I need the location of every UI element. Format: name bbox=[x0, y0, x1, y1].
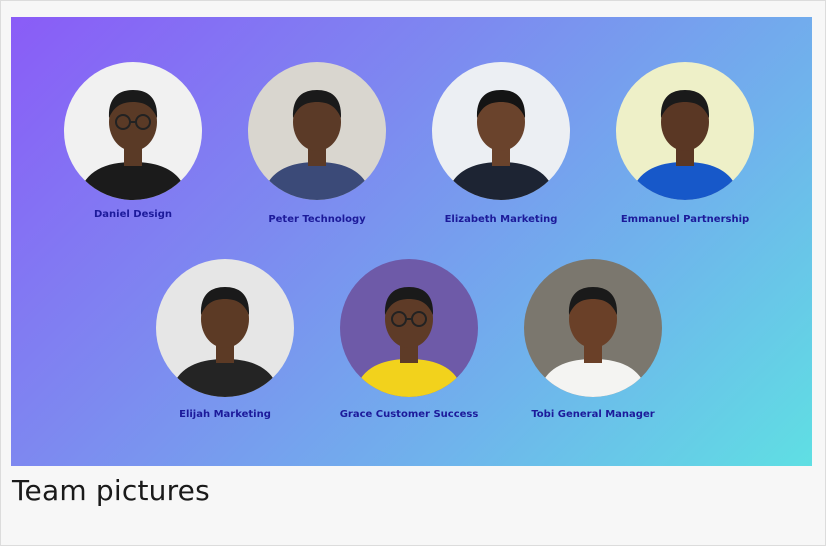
member-name-label: Peter Technology bbox=[268, 214, 366, 225]
team-banner-image: Daniel Design Peter Technology Elizabeth… bbox=[11, 17, 812, 466]
member-name-label: Daniel Design bbox=[93, 209, 173, 220]
team-member-tobi: Tobi General Manager bbox=[513, 259, 673, 420]
team-member-emmanuel: Emmanuel Partnership bbox=[605, 62, 765, 225]
team-member-elizabeth: Elizabeth Marketing bbox=[421, 62, 581, 225]
portrait-photo bbox=[340, 259, 478, 397]
portrait-illustration bbox=[432, 62, 570, 200]
team-member-peter: Peter Technology bbox=[237, 62, 397, 225]
member-name-label: Grace Customer Success bbox=[339, 409, 479, 420]
portrait-illustration bbox=[616, 62, 754, 200]
portrait-illustration bbox=[156, 259, 294, 397]
portrait-illustration bbox=[340, 259, 478, 397]
team-member-daniel: Daniel Design bbox=[53, 62, 213, 220]
team-member-grace: Grace Customer Success bbox=[329, 259, 489, 420]
portrait-illustration bbox=[248, 62, 386, 200]
member-name-label: Tobi General Manager bbox=[531, 409, 655, 420]
member-name-label: Elizabeth Marketing bbox=[444, 214, 558, 225]
member-name-label: Emmanuel Partnership bbox=[620, 214, 750, 225]
portrait-photo bbox=[64, 62, 202, 200]
portrait-illustration bbox=[64, 62, 202, 200]
portrait-photo bbox=[156, 259, 294, 397]
team-member-elijah: Elijah Marketing bbox=[145, 259, 305, 420]
image-caption: Team pictures bbox=[12, 474, 210, 507]
member-name-label: Elijah Marketing bbox=[179, 409, 271, 420]
portrait-photo bbox=[432, 62, 570, 200]
portrait-photo bbox=[248, 62, 386, 200]
portrait-photo bbox=[616, 62, 754, 200]
portrait-photo bbox=[524, 259, 662, 397]
portrait-illustration bbox=[524, 259, 662, 397]
